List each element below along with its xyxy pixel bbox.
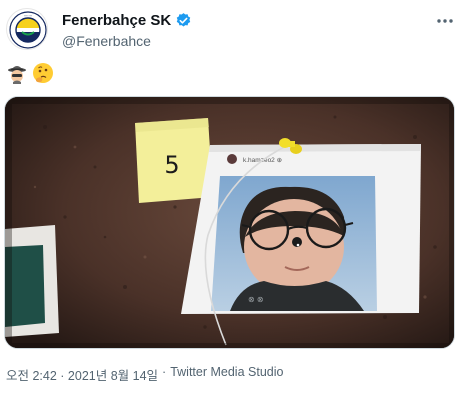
verified-icon (175, 12, 192, 29)
timestamp[interactable]: 오전 2:42 · 2021년 8월 14일 (6, 365, 158, 384)
video-thumbnail: 5 k.hamzeo2 ⊕ ⊗ ⊗ (5, 97, 454, 348)
meta-separator: · (162, 365, 167, 379)
name-row: Fenerbahçe SK (62, 12, 192, 29)
author-block: Fenerbahçe SK @Fenerbahce (62, 12, 192, 49)
sticky-note: 5 (135, 118, 213, 203)
svg-text:⊗ ⊗: ⊗ ⊗ (248, 295, 264, 304)
display-name[interactable]: Fenerbahçe SK (62, 12, 171, 29)
more-icon (437, 19, 453, 23)
note-number: 5 (164, 151, 179, 179)
detective-emoji (6, 62, 28, 84)
svg-text:·······: ······· (24, 14, 32, 18)
video-media[interactable]: 5 k.hamzeo2 ⊕ ⊗ ⊗ (4, 96, 455, 349)
pinned-photo: k.hamzeo2 ⊕ ⊗ ⊗ (181, 144, 421, 314)
more-button[interactable] (436, 14, 454, 28)
handle[interactable]: @Fenerbahce (62, 33, 192, 49)
tweet: ······· Fenerbahçe SK @Fenerbahce 5 k.ha… (0, 0, 459, 405)
avatar[interactable]: ······· (6, 8, 48, 50)
thinking-face-emoji (32, 62, 54, 84)
tweet-text (6, 62, 54, 84)
source-label[interactable]: Twitter Media Studio (170, 365, 283, 384)
left-photo (5, 225, 59, 337)
fenerbahce-logo-icon: ······· (8, 10, 47, 49)
tweet-meta: 오전 2:42 · 2021년 8월 14일 · Twitter Media S… (6, 365, 283, 384)
